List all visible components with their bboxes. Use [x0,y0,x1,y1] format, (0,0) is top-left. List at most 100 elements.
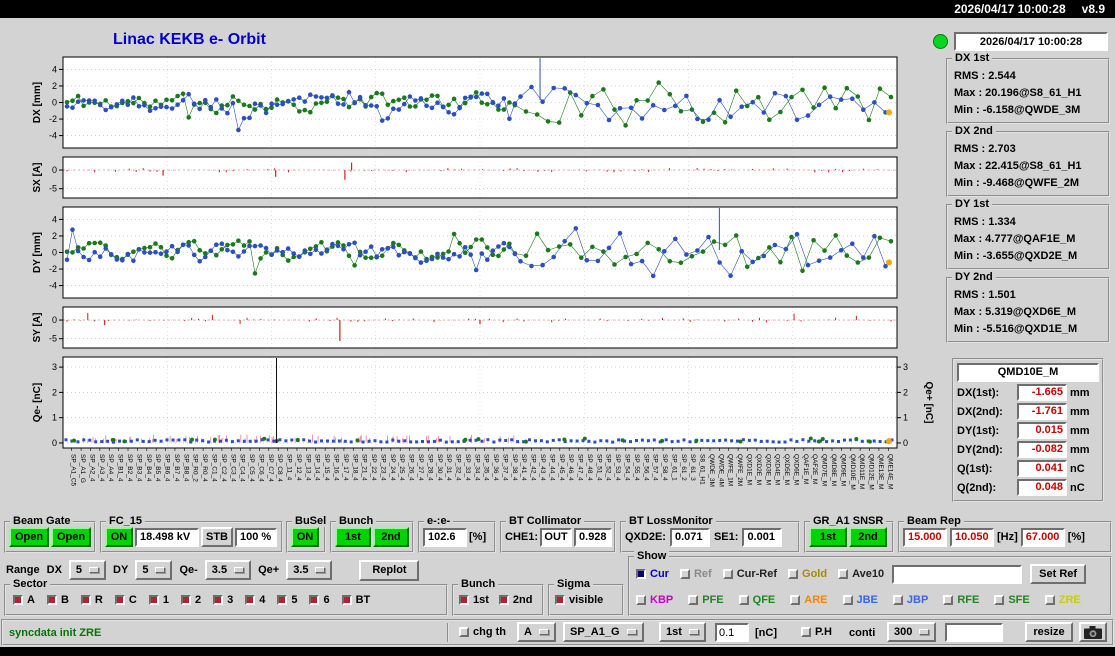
bunch-checkbox-1st[interactable]: 1st [459,594,489,606]
svg-text:SP_C5_4: SP_C5_4 [248,454,255,482]
sector-checkbox-b[interactable]: B [47,594,69,606]
sector-checkbox-4[interactable]: 4 [245,594,265,606]
sector-checkbox-c[interactable]: C [115,594,137,606]
interval-select[interactable]: 300 [887,622,936,642]
fc15-group: FC_15 ON 18.498 kV STB 100 % [100,521,283,553]
sector-checkbox-3[interactable]: 3 [213,594,233,606]
chg-th-checkbox[interactable]: chg th [459,626,506,638]
sector-group: Sector ABRC123456BT [4,584,448,616]
bunch-1st-button[interactable]: 1st [335,527,371,547]
range-qe-plus-label: Qe+ [258,564,279,576]
checkbox-label: Cur-Ref [737,568,777,580]
sector-checkbox-6[interactable]: 6 [309,594,329,606]
camera-button[interactable] [1079,622,1107,642]
show-checkbox-cur-ref[interactable]: Cur-Ref [723,568,777,580]
set-ref-button[interactable]: Set Ref [1030,564,1086,584]
svg-text:SP_C1_4: SP_C1_4 [211,454,218,482]
svg-text:SP_36_4: SP_36_4 [492,454,499,481]
busel-on-button[interactable]: ON [291,527,319,547]
show-checkbox-rfe[interactable]: RFE [943,594,979,606]
sector-checkbox-r[interactable]: R [81,594,103,606]
ref-name-input[interactable] [892,565,1022,584]
bunch-title: Bunch [336,515,376,527]
show-checkbox-zre[interactable]: ZRE [1045,594,1081,606]
sector-checkbox-5[interactable]: 5 [277,594,297,606]
sector-checkbox-a[interactable]: A [13,594,35,606]
monitor-rows: DX(1st):-1.665mmDX(2nd):-1.761mmDY(1st):… [957,383,1099,497]
checkbox-label: 1 [163,594,169,606]
mode-select[interactable]: A [517,622,556,642]
show-checkbox-cur[interactable]: Cur [636,568,669,580]
svg-text:-5: -5 [49,184,57,194]
stat-group-dx-2nd: DX 2ndRMS : 2.703Max : 22.415@S8_61_H1Mi… [946,131,1110,197]
replot-button[interactable]: Replot [359,560,419,581]
svg-text:QAF1E_M: QAF1E_M [802,454,809,484]
svg-text:SP_B4_4: SP_B4_4 [145,454,152,482]
svg-text:0: 0 [52,98,57,108]
bunch-select-title: Bunch [458,578,498,590]
svg-text:SP_38_4: SP_38_4 [511,454,518,481]
monitor-row-value: 0.041 [1017,460,1067,477]
svg-text:-4: -4 [49,131,57,141]
show-checkbox-jbe[interactable]: JBE [843,594,878,606]
show-checkbox-kbp[interactable]: KBP [636,594,673,606]
svg-text:SP_37_4: SP_37_4 [502,454,509,481]
bunch-checkbox-2nd[interactable]: 2nd [499,594,533,606]
resize-button[interactable]: resize [1025,622,1073,642]
stat-line: Max : 4.777@QAF1E_M [954,231,1104,248]
show-checkbox-sfe[interactable]: SFE [994,594,1029,606]
bunch-number-select-value: 1st [666,626,682,638]
dropdown-indicator-icon [315,567,325,573]
sector-checkbox-1[interactable]: 1 [149,594,169,606]
checkbox-label: visible [569,594,603,606]
bunch-2nd-button[interactable]: 2nd [373,527,409,547]
beam-gate-open-button-2[interactable]: Open [51,527,91,547]
range-qe-plus-select[interactable]: 3.5 [286,560,332,580]
monitor-row-value: -1.665 [1017,384,1067,401]
show-checkbox-are[interactable]: ARE [790,594,827,606]
ph-checkbox[interactable]: P.H [801,626,832,638]
svg-text:SP_25_4: SP_25_4 [398,454,405,481]
range-dy-select[interactable]: 5 [135,560,172,580]
checkbox-indicator [245,595,255,605]
fc15-stb-button[interactable]: STB [201,527,233,547]
se1-label: SE1: [714,531,738,543]
monitor-row-value: -0.082 [1017,441,1067,458]
range-qe-minus-label: Qe- [179,564,197,576]
gr-snsr-1st-button[interactable]: 1st [809,527,847,547]
svg-text:SP_43_4: SP_43_4 [539,454,546,481]
sector-checkbox-2[interactable]: 2 [181,594,201,606]
bpm-select[interactable]: SP_A1_G [563,622,644,642]
bunch-number-select[interactable]: 1st [659,622,706,642]
sector-checkbox-bt[interactable]: BT [342,594,371,606]
svg-text:QMD10E_M: QMD10E_M [849,454,856,490]
range-controls: Range DX 5 DY 5 Qe- 3.5 Qe+ 3.5 Replot [6,558,419,582]
show-checkbox-ave10[interactable]: Ave10 [838,568,884,580]
aux-input[interactable] [945,623,1003,642]
show-checkbox-jbp[interactable]: JBP [893,594,928,606]
ee-ratio-unit: [%] [469,531,486,543]
svg-text:SP_46_4: SP_46_4 [567,454,574,481]
svg-text:SP_55_4: SP_55_4 [633,454,640,481]
fc15-on-button[interactable]: ON [105,527,133,547]
svg-text:SP_45_4: SP_45_4 [558,454,565,481]
range-dx-select[interactable]: 5 [69,560,106,580]
sigma-checkbox-visible[interactable]: visible [555,594,603,606]
beam-gate-open-button-1[interactable]: Open [9,527,49,547]
range-qe-minus-select[interactable]: 3.5 [205,560,251,580]
show-checkbox-qfe[interactable]: QFE [739,594,776,606]
threshold-input[interactable] [715,623,749,642]
show-checkbox-gold[interactable]: Gold [788,568,827,580]
show-checkbox-ref[interactable]: Ref [680,568,712,580]
qxd2e-label: QXD2E: [625,531,666,543]
show-group: Show CurRefCur-RefGoldAve10 Set Ref KBPP… [628,556,1112,616]
checkbox-indicator [688,595,698,605]
status-light [933,34,948,49]
checkbox-indicator [1045,595,1055,605]
svg-text:QXD4E_M: QXD4E_M [774,454,781,485]
se1-readout: 0.001 [742,528,782,547]
svg-text:SP_C8_4: SP_C8_4 [276,454,283,482]
show-checkbox-pfe[interactable]: PFE [688,594,723,606]
beam-rep-group: Beam Rep 15.000 10.050 [Hz] 67.000 [%] [898,521,1112,553]
gr-snsr-2nd-button[interactable]: 2nd [849,527,887,547]
